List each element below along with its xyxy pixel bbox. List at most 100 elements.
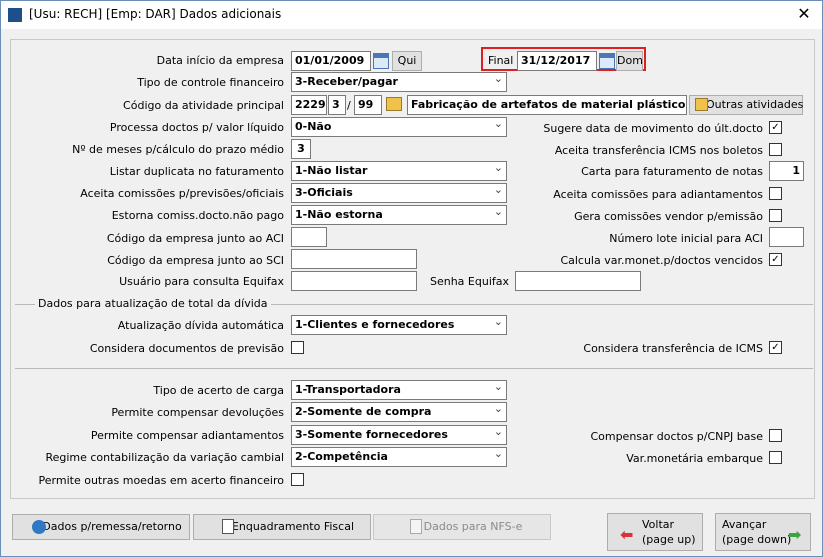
dia-inicio-button[interactable]: Qui	[392, 51, 422, 71]
app-icon	[8, 8, 22, 22]
outras-moedas-checkbox[interactable]	[291, 473, 304, 486]
dia-final-button[interactable]: Dom	[616, 51, 643, 71]
atividade-part3-input[interactable]: 99	[354, 95, 382, 115]
atividade-slash: /	[347, 99, 351, 112]
atividade-descricao-input[interactable]: Fabricação de artefatos de material plás…	[407, 95, 687, 115]
codigo-aci-input[interactable]	[291, 227, 327, 247]
tipo-acerto-label: Tipo de acerto de carga	[153, 384, 284, 397]
considera-docs-checkbox[interactable]	[291, 341, 304, 354]
permite-adiant-select[interactable]: 3-Somente fornecedores ⌄	[291, 425, 507, 445]
atualizacao-select[interactable]: 1-Clientes e fornecedores ⌄	[291, 315, 507, 335]
tipo-acerto-select[interactable]: 1-Transportadora ⌄	[291, 380, 507, 400]
var-embarque-label: Var.monetária embarque	[626, 452, 763, 465]
aceita-transf-icms-checkbox[interactable]	[769, 143, 782, 156]
avancar-label: Avançar	[722, 518, 767, 531]
tipo-controle-select[interactable]: 3-Receber/pagar ⌄	[291, 72, 507, 92]
regime-value: 2-Competência	[295, 450, 388, 463]
processa-doctos-value: 0-Não	[295, 120, 332, 133]
voltar-button[interactable]: ⬅ Voltar (page up)	[607, 513, 703, 551]
permite-devol-value: 2-Somente de compra	[295, 405, 432, 418]
estorna-comiss-select[interactable]: 1-Não estorna ⌄	[291, 205, 507, 225]
globe-icon	[32, 520, 46, 534]
calcula-var-checkbox[interactable]: ✓	[769, 253, 782, 266]
data-final-label: Final	[488, 54, 514, 67]
processa-doctos-label: Processa doctos p/ valor líquido	[109, 121, 284, 134]
considera-transf-label: Considera transferência de ICMS	[583, 342, 763, 355]
regime-label: Regime contabilização da variação cambia…	[45, 451, 284, 464]
chevron-down-icon: ⌄	[493, 425, 503, 438]
chevron-down-icon: ⌄	[493, 72, 503, 85]
arrow-left-icon: ⬅	[620, 525, 634, 544]
codigo-aci-label: Código da empresa junto ao ACI	[106, 232, 284, 245]
chevron-down-icon: ⌄	[493, 447, 503, 460]
numero-lote-label: Número lote inicial para ACI	[609, 232, 763, 245]
listar-duplicata-select[interactable]: 1-Não listar ⌄	[291, 161, 507, 181]
data-inicio-input[interactable]: 01/01/2009	[291, 51, 371, 71]
compensar-cnpj-checkbox[interactable]	[769, 429, 782, 442]
aceita-comiss-adiant-checkbox[interactable]	[769, 187, 782, 200]
senha-equifax-label: Senha Equifax	[429, 275, 509, 288]
dados-nfse-button[interactable]: Dados para NFS-e	[373, 514, 551, 540]
dados-remessa-label: Dados p/remessa/retorno	[42, 520, 182, 533]
avancar-button[interactable]: Avançar (page down) ➡	[715, 513, 811, 551]
permite-adiant-label: Permite compensar adiantamentos	[90, 429, 284, 442]
dialog-window: [Usu: RECH] [Emp: DAR] Dados adicionais …	[0, 0, 823, 557]
var-embarque-checkbox[interactable]	[769, 451, 782, 464]
num-meses-label: Nº de meses p/cálculo do prazo médio	[72, 143, 284, 156]
chevron-down-icon: ⌄	[493, 205, 503, 218]
listar-duplicata-label: Listar duplicata no faturamento	[109, 165, 284, 178]
codigo-sci-label: Código da empresa junto ao SCI	[107, 254, 284, 267]
tipo-controle-value: 3-Receber/pagar	[295, 75, 398, 88]
atividade-part2-input[interactable]: 3	[328, 95, 346, 115]
chevron-down-icon: ⌄	[493, 402, 503, 415]
calendar-icon[interactable]	[599, 53, 615, 69]
estorna-comiss-value: 1-Não estorna	[295, 208, 383, 221]
gera-comissoes-checkbox[interactable]	[769, 209, 782, 222]
aceita-comissoes-label: Aceita comissões p/previsões/oficiais	[80, 187, 284, 200]
outras-moedas-label: Permite outras moedas em acerto financei…	[38, 474, 284, 487]
considera-docs-label: Considera documentos de previsão	[89, 342, 284, 355]
dados-remessa-button[interactable]: Dados p/remessa/retorno	[12, 514, 190, 540]
tipo-acerto-value: 1-Transportadora	[295, 383, 401, 396]
avancar-sublabel: (page down)	[722, 533, 792, 546]
outras-atividades-button[interactable]: Outras atividades	[689, 95, 803, 115]
dados-nfse-label: Dados para NFS-e	[423, 520, 523, 533]
sugere-data-checkbox[interactable]: ✓	[769, 121, 782, 134]
numero-lote-input[interactable]	[769, 227, 804, 247]
regime-select[interactable]: 2-Competência ⌄	[291, 447, 507, 467]
voltar-sublabel: (page up)	[642, 533, 696, 546]
data-final-input[interactable]: 31/12/2017	[517, 51, 597, 71]
aceita-comiss-adiant-label: Aceita comissões para adiantamentos	[553, 188, 763, 201]
compensar-cnpj-label: Compensar doctos p/CNPJ base	[590, 430, 763, 443]
sugere-data-label: Sugere data de movimento do últ.docto	[543, 122, 763, 135]
senha-equifax-input[interactable]	[515, 271, 641, 291]
calendar-icon[interactable]	[373, 53, 389, 69]
num-meses-input[interactable]: 3	[291, 139, 311, 159]
enquadramento-label: Enquadramento Fiscal	[231, 520, 354, 533]
gera-comissoes-label: Gera comissões vendor p/emissão	[574, 210, 763, 223]
aceita-transf-icms-label: Aceita transferência ICMS nos boletos	[554, 144, 763, 157]
enquadramento-button[interactable]: Enquadramento Fiscal	[193, 514, 371, 540]
processa-doctos-select[interactable]: 0-Não ⌄	[291, 117, 507, 137]
considera-transf-checkbox[interactable]: ✓	[769, 341, 782, 354]
folder-search-icon[interactable]	[386, 97, 402, 111]
divida-section-title: Dados para atualização de total da dívid…	[35, 297, 271, 310]
chevron-down-icon: ⌄	[493, 161, 503, 174]
codigo-sci-input[interactable]	[291, 249, 417, 269]
close-button[interactable]: ✕	[794, 4, 814, 23]
calcula-var-label: Calcula var.monet.p/doctos vencidos	[560, 254, 763, 267]
outras-atividades-label: Outras atividades	[706, 98, 804, 111]
listar-duplicata-value: 1-Não listar	[295, 164, 368, 177]
voltar-label: Voltar	[642, 518, 675, 531]
aceita-comissoes-select[interactable]: 3-Oficiais ⌄	[291, 183, 507, 203]
carta-faturamento-input[interactable]: 1	[769, 161, 804, 181]
usuario-equifax-input[interactable]	[291, 271, 417, 291]
arrow-right-icon: ➡	[788, 525, 802, 544]
carta-faturamento-label: Carta para faturamento de notas	[581, 165, 763, 178]
codigo-atividade-label: Código da atividade principal	[123, 99, 284, 112]
nfse-icon	[410, 519, 422, 534]
estorna-comiss-label: Estorna comiss.docto.não pago	[111, 209, 284, 222]
data-inicio-label: Data início da empresa	[156, 54, 284, 67]
atividade-part1-input[interactable]: 2229	[291, 95, 327, 115]
permite-devol-select[interactable]: 2-Somente de compra ⌄	[291, 402, 507, 422]
